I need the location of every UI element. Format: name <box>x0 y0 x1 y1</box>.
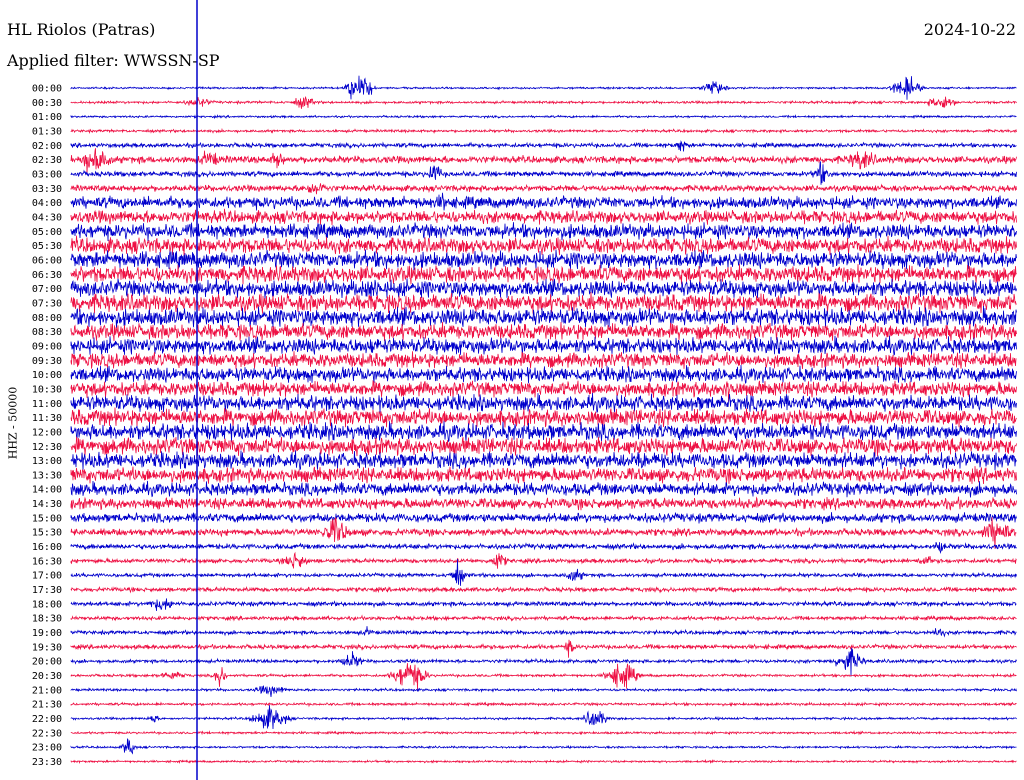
trace-1400 <box>70 480 1017 498</box>
trace-0730 <box>70 292 1017 314</box>
trace-1330 <box>70 466 1017 485</box>
row-label-1230: 12:30 <box>32 442 62 453</box>
row-label-0430: 04:30 <box>32 212 62 223</box>
row-label-0730: 07:30 <box>32 298 62 309</box>
trace-2300 <box>70 738 1017 755</box>
row-label-1200: 12:00 <box>32 427 62 438</box>
row-label-1430: 14:30 <box>32 499 62 510</box>
row-labels: 00:00 00:30 01:00 01:30 02:00 02:30 03:00 03:30… <box>32 84 62 769</box>
trace-0830 <box>70 321 1017 342</box>
row-label-0130: 01:30 <box>32 126 62 137</box>
trace-0930 <box>70 351 1017 370</box>
trace-1700 <box>70 558 1017 586</box>
row-label-0400: 04:00 <box>32 198 62 209</box>
row-label-1100: 11:00 <box>32 399 62 410</box>
trace-0300 <box>70 161 1017 185</box>
row-label-2300: 23:00 <box>32 743 62 754</box>
row-label-2100: 21:00 <box>32 685 62 696</box>
row-label-0530: 05:30 <box>32 241 62 252</box>
trace-0800 <box>70 305 1017 329</box>
trace-0130 <box>70 127 1017 135</box>
row-label-1030: 10:30 <box>32 384 62 395</box>
trace-0630 <box>70 263 1017 285</box>
trace-2100 <box>70 685 1017 698</box>
row-label-0230: 02:30 <box>32 155 62 166</box>
trace-1200 <box>70 421 1017 443</box>
trace-0000 <box>70 75 1017 100</box>
trace-0600 <box>70 249 1017 271</box>
trace-1900 <box>70 626 1017 638</box>
trace-1130 <box>70 407 1017 428</box>
row-label-0100: 01:00 <box>32 112 62 123</box>
trace-0330 <box>70 183 1017 195</box>
row-label-1400: 14:00 <box>32 485 62 496</box>
trace-2130 <box>70 701 1017 708</box>
trace-2000 <box>70 647 1017 677</box>
row-label-2330: 23:30 <box>32 757 62 768</box>
row-label-2000: 20:00 <box>32 657 62 668</box>
trace-0400 <box>70 192 1017 211</box>
trace-0500 <box>70 222 1017 242</box>
row-label-0000: 00:00 <box>32 84 62 95</box>
trace-0230 <box>70 148 1017 174</box>
trace-1300 <box>70 450 1017 471</box>
row-label-1700: 17:00 <box>32 571 62 582</box>
row-label-0930: 09:30 <box>32 356 62 367</box>
row-label-1630: 16:30 <box>32 556 62 567</box>
row-label-2200: 22:00 <box>32 714 62 725</box>
trace-1000 <box>70 364 1017 384</box>
trace-1830 <box>70 614 1017 622</box>
trace-1630 <box>70 551 1017 569</box>
row-label-2130: 21:30 <box>32 700 62 711</box>
row-label-1500: 15:00 <box>32 513 62 524</box>
row-label-1300: 13:00 <box>32 456 62 467</box>
helicorder-plot: 00:00 00:30 01:00 01:30 02:00 02:30 03:00 03:30… <box>32 0 1017 780</box>
row-label-1000: 10:00 <box>32 370 62 381</box>
trace-2030 <box>70 663 1017 692</box>
row-label-1530: 15:30 <box>32 528 62 539</box>
row-label-2030: 20:30 <box>32 671 62 682</box>
row-label-1130: 11:30 <box>32 413 62 424</box>
trace-1600 <box>70 542 1017 554</box>
trace-2330 <box>70 758 1017 765</box>
trace-1930 <box>70 639 1017 658</box>
trace-0100 <box>70 114 1017 120</box>
row-label-2230: 22:30 <box>32 728 62 739</box>
row-label-1330: 13:30 <box>32 470 62 481</box>
trace-0900 <box>70 335 1017 356</box>
row-label-0600: 06:00 <box>32 255 62 266</box>
row-label-0800: 08:00 <box>32 313 62 324</box>
trace-2200 <box>70 705 1017 730</box>
row-label-0200: 02:00 <box>32 141 62 152</box>
row-label-0500: 05:00 <box>32 227 62 238</box>
row-label-1930: 19:30 <box>32 642 62 653</box>
row-label-1800: 18:00 <box>32 599 62 610</box>
row-label-0700: 07:00 <box>32 284 62 295</box>
row-label-0330: 03:30 <box>32 184 62 195</box>
trace-0030 <box>70 96 1017 109</box>
trace-1800 <box>70 598 1017 611</box>
trace-2230 <box>70 729 1017 736</box>
row-label-0300: 03:00 <box>32 169 62 180</box>
row-label-0830: 08:30 <box>32 327 62 338</box>
trace-1430 <box>70 496 1017 511</box>
trace-1100 <box>70 392 1017 414</box>
row-label-0630: 06:30 <box>32 270 62 281</box>
seismic-traces <box>70 75 1017 765</box>
row-label-1730: 17:30 <box>32 585 62 596</box>
trace-1500 <box>70 512 1017 524</box>
trace-0200 <box>70 140 1017 152</box>
row-label-0900: 09:00 <box>32 341 62 352</box>
row-label-1900: 19:00 <box>32 628 62 639</box>
row-label-0030: 00:30 <box>32 98 62 109</box>
trace-1730 <box>70 585 1017 594</box>
row-label-1600: 16:00 <box>32 542 62 553</box>
trace-1530 <box>70 517 1017 549</box>
row-label-1830: 18:30 <box>32 614 62 625</box>
trace-0430 <box>70 208 1017 226</box>
